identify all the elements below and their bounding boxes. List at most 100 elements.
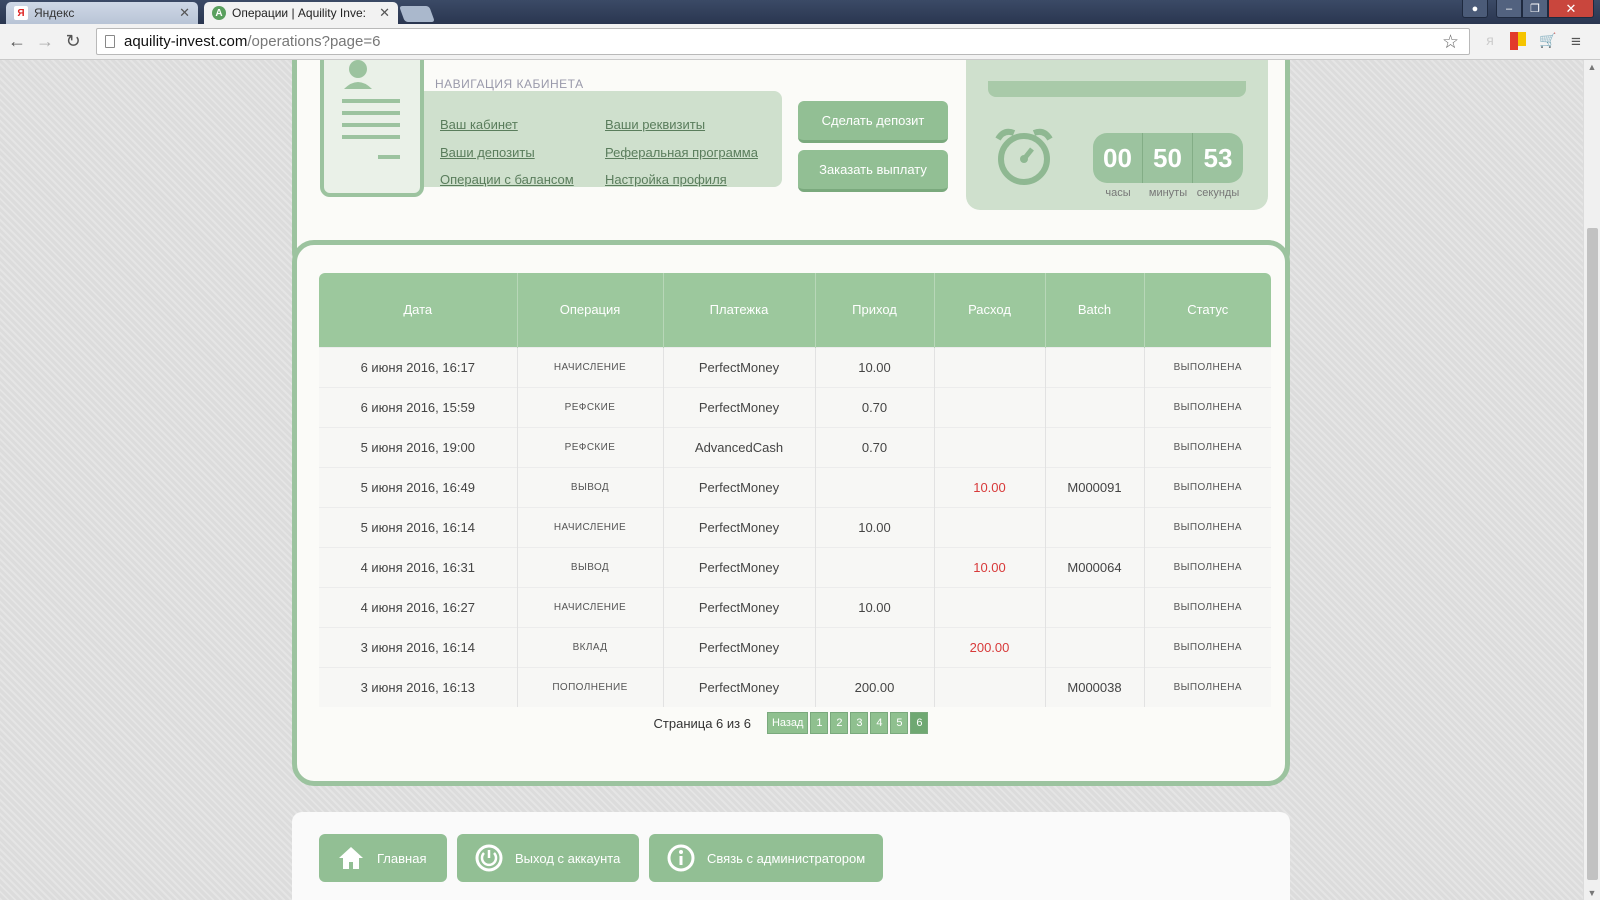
cell-batch (1044, 426, 1144, 467)
timer-minutes: 50 (1143, 133, 1193, 183)
cell-date: 6 июня 2016, 15:59 (319, 386, 517, 427)
cell-date: 4 июня 2016, 16:27 (319, 586, 517, 627)
table-row: 5 июня 2016, 19:00 рефские AdvancedCash 0.7… (319, 426, 1271, 467)
cell-date: 3 июня 2016, 16:13 (319, 666, 517, 707)
timer-seconds-label: секунды (1196, 187, 1240, 199)
table-row: 4 июня 2016, 16:31 вывод PerfectMoney 10.00… (319, 546, 1271, 587)
cell-status: выполнена (1143, 666, 1271, 707)
timer-hours: 00 (1093, 133, 1143, 183)
link-requisites[interactable]: Ваши реквизиты (605, 117, 705, 132)
cell-expense: 10.00 (933, 546, 1045, 587)
user-icon[interactable]: ● (1462, 0, 1488, 18)
cell-batch (1044, 586, 1144, 627)
home-button[interactable]: Главная (319, 834, 447, 882)
cell-income (814, 626, 934, 667)
cell-date: 5 июня 2016, 16:49 (319, 466, 517, 507)
cell-payment-system: PerfectMoney (662, 626, 815, 667)
table-row: 5 июня 2016, 16:14 начисление PerfectMoney… (319, 506, 1271, 547)
cell-batch (1044, 386, 1144, 427)
cell-income: 10.00 (814, 586, 934, 627)
cell-batch: M000091 (1044, 466, 1144, 507)
power-icon (475, 844, 503, 872)
cell-status: выполнена (1143, 346, 1271, 387)
scrollbar-thumb[interactable] (1587, 228, 1598, 880)
cell-operation: вывод (516, 466, 663, 507)
table-row: 3 июня 2016, 16:13 пополнение PerfectMoney… (319, 666, 1271, 707)
table-row: 6 июня 2016, 16:17 начисление PerfectMoney… (319, 346, 1271, 387)
cell-income (814, 546, 934, 587)
pager-page-1[interactable]: 1 (810, 712, 829, 734)
table-row: 4 июня 2016, 16:27 начисление PerfectMoney… (319, 586, 1271, 627)
cell-payment-system: AdvancedCash (662, 426, 815, 467)
cell-income: 10.00 (814, 346, 934, 387)
link-cabinet[interactable]: Ваш кабинет (440, 117, 518, 132)
close-window-icon[interactable]: ✕ (1548, 0, 1594, 18)
contact-admin-button[interactable]: Связь с администратором (649, 834, 883, 882)
cell-operation: начисление (516, 586, 663, 627)
pager-page-2[interactable]: 2 (830, 712, 849, 734)
cell-operation: пополнение (516, 666, 663, 707)
cell-expense: 10.00 (933, 466, 1045, 507)
logout-button[interactable]: Выход с аккаунта (457, 834, 639, 882)
tab-yandex[interactable]: Я Яндекс ✕ (6, 2, 198, 24)
link-balance-operations[interactable]: Операции с балансом (440, 172, 574, 187)
page-viewport: НАВИГАЦИЯ КАБИНЕТА Ваш кабинет Ваши депо… (0, 60, 1583, 900)
pager-page-5[interactable]: 5 (890, 712, 909, 734)
menu-icon[interactable]: ≡ (1566, 32, 1586, 52)
cell-operation: вклад (516, 626, 663, 667)
scroll-up-icon[interactable]: ▲ (1584, 62, 1600, 72)
pager-back-button[interactable]: Назад (766, 712, 809, 734)
aquility-favicon-icon: A (212, 6, 226, 20)
address-bar[interactable]: aquility-invest.com/operations?page=6 ☆ (96, 28, 1470, 55)
home-label: Главная (377, 850, 427, 866)
col-operation: Операция (516, 273, 663, 347)
info-icon (667, 844, 695, 872)
yandex-extension-icon[interactable]: я (1480, 32, 1500, 52)
cell-income (814, 466, 934, 507)
operations-table: Дата Операция Платежка Приход Расход Bat… (319, 273, 1271, 707)
yandex-favicon-icon: Я (14, 6, 28, 20)
reload-icon[interactable]: ↻ (62, 31, 84, 52)
forward-arrow-icon[interactable]: → (34, 31, 56, 52)
cell-payment-system: PerfectMoney (662, 506, 815, 547)
cell-batch (1044, 506, 1144, 547)
timer-seconds: 53 (1203, 142, 1233, 173)
pager-page-4[interactable]: 4 (870, 712, 889, 734)
tab-operations[interactable]: A Операции | Aquility Inve: ✕ (204, 2, 398, 24)
cell-batch (1044, 626, 1144, 667)
cell-date: 3 июня 2016, 16:14 (319, 626, 517, 667)
url-path: /operations?page=6 (247, 33, 381, 50)
cell-income: 0.70 (814, 386, 934, 427)
cell-income: 0.70 (814, 426, 934, 467)
cell-batch (1044, 346, 1144, 387)
link-profile-settings[interactable]: Настройка профиля (605, 172, 727, 187)
pager-page-6[interactable]: 6 (910, 712, 929, 734)
cell-status: выполнена (1143, 586, 1271, 627)
bookmark-extension-icon[interactable] (1508, 32, 1528, 52)
back-arrow-icon[interactable]: ← (6, 31, 28, 52)
cart-icon[interactable]: 🛒 (1538, 32, 1558, 52)
page-scrollbar[interactable]: ▲ ▼ (1583, 60, 1600, 900)
timer-box: 00 50 53 часы минуты секунды (966, 60, 1268, 210)
cell-date: 5 июня 2016, 19:00 (319, 426, 517, 467)
profile-card (320, 60, 424, 197)
scroll-down-icon[interactable]: ▼ (1584, 888, 1600, 898)
url-text: aquility-invest.com/operations?page=6 (124, 33, 380, 50)
minimize-icon[interactable]: ‒ (1496, 0, 1522, 18)
footer: Главная Выход с аккаунта Связь с админис… (292, 812, 1290, 900)
pager-page-3[interactable]: 3 (850, 712, 869, 734)
make-deposit-button[interactable]: Сделать депозит (798, 101, 948, 143)
table-row: 3 июня 2016, 16:14 вклад PerfectMoney 200.0… (319, 626, 1271, 667)
new-tab-button[interactable] (399, 6, 435, 22)
order-payout-button[interactable]: Заказать выплату (798, 150, 948, 192)
close-tab-icon[interactable]: ✕ (179, 5, 190, 21)
bookmark-star-icon[interactable]: ☆ (1442, 31, 1459, 54)
link-referral[interactable]: Реферальная программа (605, 145, 758, 160)
close-tab-icon[interactable]: ✕ (379, 5, 390, 21)
maximize-icon[interactable]: ❐ (1522, 0, 1548, 18)
cell-expense (933, 426, 1045, 467)
table-row: 6 июня 2016, 15:59 рефские PerfectMoney 0.7… (319, 386, 1271, 427)
timer-bar (988, 81, 1246, 97)
link-deposits[interactable]: Ваши депозиты (440, 145, 535, 160)
cell-expense: 200.00 (933, 626, 1045, 667)
